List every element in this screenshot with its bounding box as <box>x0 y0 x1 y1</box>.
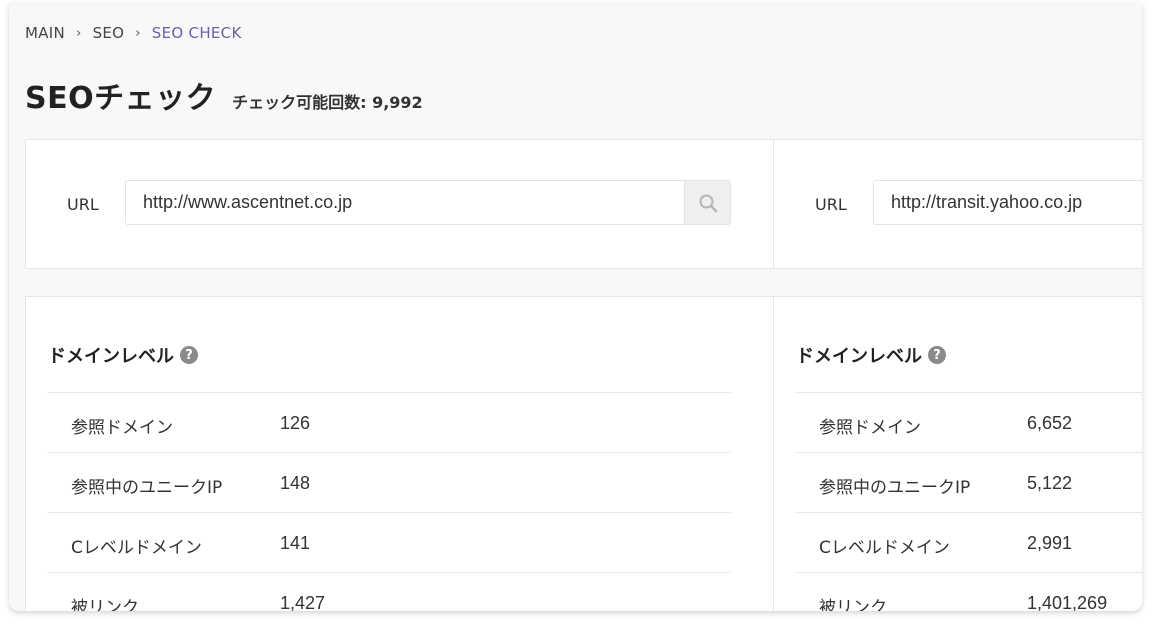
metric-value: 1,427 <box>280 593 326 611</box>
title-row: SEOチェック チェック可能回数: 9,992 <box>25 73 423 117</box>
metric-label: 被リンク <box>819 598 887 611</box>
left-section-title: ドメインレベル ? <box>48 342 198 368</box>
metric-value: 6,652 <box>1027 413 1073 433</box>
right-url-label: URL <box>815 195 847 214</box>
table-row: 被リンク 1,401,269 <box>795 572 1142 611</box>
left-url-label: URL <box>67 195 99 214</box>
metric-label: 参照ドメイン <box>71 418 173 438</box>
search-icon <box>699 194 717 212</box>
breadcrumb-seo-check: SEO CHECK <box>151 24 242 42</box>
right-url-input[interactable] <box>874 181 1142 224</box>
breadcrumb: MAIN › SEO › SEO CHECK <box>25 23 242 43</box>
metric-value: 141 <box>280 533 311 553</box>
metric-label: 参照ドメイン <box>819 418 921 438</box>
right-section-title-text: ドメインレベル <box>796 346 922 367</box>
breadcrumb-separator: › <box>76 25 82 41</box>
page-title: SEOチェック <box>25 81 217 116</box>
remaining-checks: チェック可能回数: 9,992 <box>232 93 423 112</box>
left-section-title-text: ドメインレベル <box>48 346 174 367</box>
right-section-title: ドメインレベル ? <box>796 342 946 368</box>
left-url-box <box>125 180 731 225</box>
metric-value: 5,122 <box>1027 473 1073 493</box>
right-metrics-table: 参照ドメイン 6,652 参照中のユニークIP 5,122 Cレベルドメイン 2… <box>795 392 1142 611</box>
metric-label: 参照中のユニークIP <box>819 478 971 498</box>
app-frame: MAIN › SEO › SEO CHECK SEOチェック チェック可能回数:… <box>9 3 1142 611</box>
table-row: Cレベルドメイン 141 <box>47 512 731 572</box>
table-row: 参照ドメイン 6,652 <box>795 392 1142 452</box>
right-domain-panel: ドメインレベル ? 参照ドメイン 6,652 参照中のユニークIP 5,122 … <box>773 296 1142 611</box>
table-row: 参照ドメイン 126 <box>47 392 731 452</box>
breadcrumb-seo[interactable]: SEO <box>93 24 125 42</box>
table-row: 被リンク 1,427 <box>47 572 731 611</box>
left-metrics-table: 参照ドメイン 126 参照中のユニークIP 148 Cレベルドメイン 141 被… <box>47 392 731 611</box>
metric-value: 1,401,269 <box>1027 593 1108 611</box>
breadcrumb-separator: › <box>135 25 141 41</box>
table-row: 参照中のユニークIP 5,122 <box>795 452 1142 512</box>
right-url-panel: URL <box>773 139 1142 269</box>
metric-value: 148 <box>280 473 311 493</box>
metric-value: 126 <box>280 413 311 433</box>
metric-label: Cレベルドメイン <box>71 538 202 558</box>
left-search-button[interactable] <box>684 181 730 224</box>
left-domain-panel: ドメインレベル ? 参照ドメイン 126 参照中のユニークIP 148 Cレベル… <box>25 296 774 611</box>
metric-label: 被リンク <box>71 598 139 611</box>
help-circle-icon[interactable]: ? <box>928 346 946 364</box>
left-url-input[interactable] <box>126 181 686 224</box>
metric-value: 2,991 <box>1027 533 1073 553</box>
metric-label: Cレベルドメイン <box>819 538 950 558</box>
metric-label: 参照中のユニークIP <box>71 478 223 498</box>
right-url-box <box>873 180 1142 225</box>
table-row: Cレベルドメイン 2,991 <box>795 512 1142 572</box>
breadcrumb-main[interactable]: MAIN <box>25 24 65 42</box>
table-row: 参照中のユニークIP 148 <box>47 452 731 512</box>
help-circle-icon[interactable]: ? <box>180 346 198 364</box>
left-url-panel: URL <box>25 139 774 269</box>
